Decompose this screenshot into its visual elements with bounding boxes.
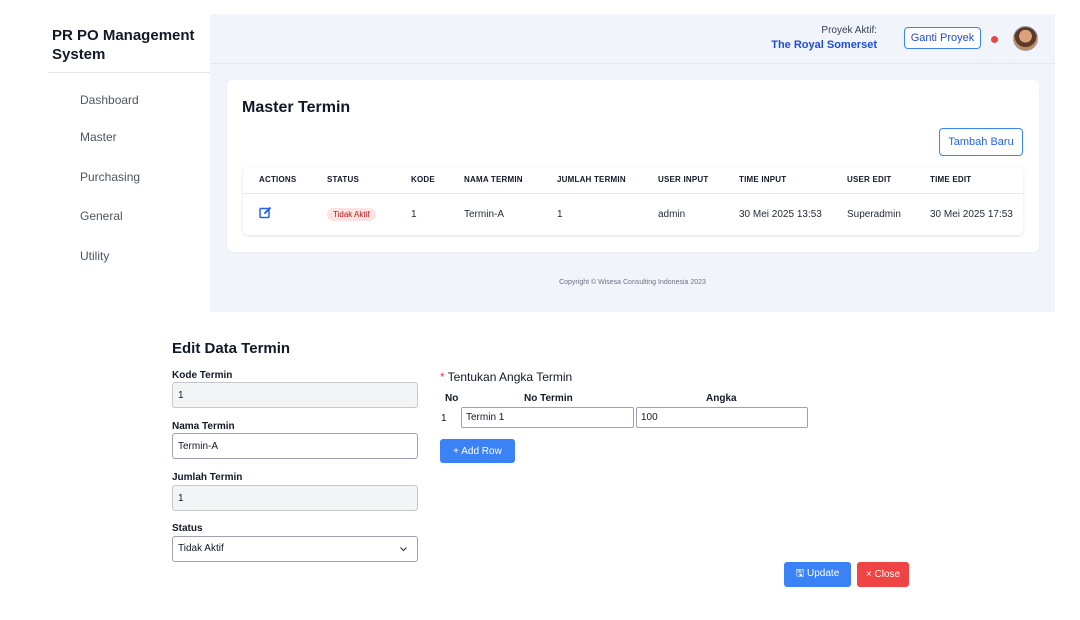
- col-header-user-edit: USER EDIT: [847, 167, 930, 194]
- table-row: Tidak Aktif 1 Termin-A 1 admin 30 Mei 20…: [243, 193, 1023, 235]
- notification-dot-icon: [991, 36, 998, 43]
- edit-icon[interactable]: [259, 206, 272, 219]
- col-header-user-input: USER INPUT: [658, 167, 739, 194]
- required-mark: *: [440, 370, 445, 384]
- active-project-label: Proyek Aktif:: [821, 25, 877, 36]
- angka-input[interactable]: [636, 407, 808, 428]
- col-header-nama-termin: NAMA TERMIN: [464, 167, 557, 194]
- add-new-button[interactable]: Tambah Baru: [939, 128, 1023, 156]
- cell-user-input: admin: [658, 208, 686, 220]
- col-header-time-edit: TIME EDIT: [930, 167, 1023, 194]
- cell-time-edit: 30 Mei 2025 17:53: [930, 208, 1013, 220]
- main-area: Proyek Aktif: The Royal Somerset Ganti P…: [210, 14, 1055, 312]
- col-header-status: STATUS: [327, 167, 411, 194]
- status-badge: Tidak Aktif: [327, 207, 376, 221]
- nama-termin-label: Nama Termin: [172, 421, 235, 432]
- jumlah-termin-label: Jumlah Termin: [172, 472, 243, 483]
- status-label: Status: [172, 523, 203, 534]
- sidebar-item-dashboard[interactable]: Dashboard: [80, 93, 139, 107]
- add-row-button[interactable]: + Add Row: [440, 439, 515, 463]
- active-project-name: The Royal Somerset: [771, 39, 877, 51]
- change-project-button[interactable]: Ganti Proyek: [904, 27, 981, 49]
- copyright-text: Copyright © Wisesa Consulting Indonesia …: [559, 279, 706, 286]
- user-avatar-icon[interactable]: [1013, 26, 1038, 51]
- table-header-row: ACTIONS STATUS KODE NAMA TERMIN JUMLAH T…: [243, 167, 1023, 194]
- angka-col-angka: Angka: [706, 393, 737, 404]
- sidebar-item-utility[interactable]: Utility: [80, 249, 109, 263]
- app-title: PR PO Management System: [52, 27, 195, 63]
- kode-termin-input[interactable]: [172, 382, 418, 408]
- close-button[interactable]: × Close: [857, 562, 909, 587]
- cell-nama-termin: Termin-A: [464, 208, 505, 220]
- cell-jumlah-termin: 1: [557, 208, 563, 220]
- cell-kode: 1: [411, 208, 417, 220]
- top-bar: Proyek Aktif: The Royal Somerset Ganti P…: [210, 14, 1055, 64]
- status-select[interactable]: Tidak Aktif: [172, 536, 418, 562]
- cell-user-edit: Superadmin: [847, 208, 901, 220]
- page-title: Master Termin: [242, 99, 351, 116]
- col-header-time-input: TIME INPUT: [739, 167, 847, 194]
- angka-termin-title: * Tentukan Angka Termin: [440, 370, 572, 384]
- no-termin-input[interactable]: [461, 407, 634, 428]
- status-select-value: Tidak Aktif: [178, 543, 224, 554]
- master-termin-card: Master Termin Tambah Baru ACTIONS STATUS…: [227, 80, 1039, 252]
- sidebar-divider: [48, 72, 210, 73]
- col-header-jumlah-termin: JUMLAH TERMIN: [557, 167, 658, 194]
- cell-time-input: 30 Mei 2025 13:53: [739, 208, 822, 220]
- angka-termin-title-text: Tentukan Angka Termin: [447, 370, 573, 384]
- angka-col-no: No: [445, 393, 459, 404]
- edit-form-title: Edit Data Termin: [172, 340, 291, 357]
- update-button[interactable]: 🖫 Update: [784, 562, 851, 587]
- sidebar-item-master[interactable]: Master: [80, 130, 117, 144]
- sidebar-item-general[interactable]: General: [80, 209, 123, 223]
- kode-termin-label: Kode Termin: [172, 370, 233, 381]
- termin-table: ACTIONS STATUS KODE NAMA TERMIN JUMLAH T…: [243, 167, 1023, 235]
- jumlah-termin-input[interactable]: [172, 485, 418, 511]
- angka-col-no-termin: No Termin: [524, 393, 573, 404]
- chevron-down-icon: [399, 537, 408, 570]
- nama-termin-input[interactable]: [172, 433, 418, 459]
- sidebar: PR PO Management System Dashboard Master…: [0, 0, 210, 312]
- angka-row-no: 1: [441, 413, 447, 424]
- sidebar-item-purchasing[interactable]: Purchasing: [80, 170, 140, 184]
- col-header-kode: KODE: [411, 167, 464, 194]
- col-header-actions: ACTIONS: [243, 167, 327, 194]
